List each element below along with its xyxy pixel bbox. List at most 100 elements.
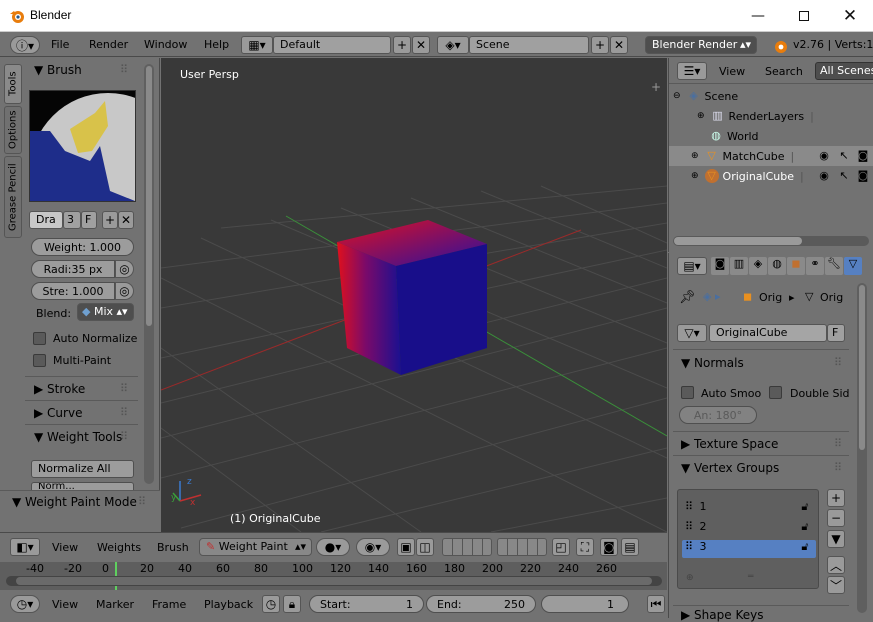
- remove-vertex-group-icon[interactable]: −: [827, 509, 845, 527]
- vertex-group-item-1[interactable]: ⠿ 1 🔓︎: [682, 500, 816, 518]
- data-tab-icon[interactable]: ▽: [844, 257, 862, 275]
- menu-brush[interactable]: Brush: [157, 541, 189, 554]
- menu-file[interactable]: File: [51, 38, 69, 51]
- render-engine-dropdown[interactable]: Blender Render ▴▾: [645, 36, 757, 54]
- editor-type-info-icon[interactable]: ⓘ▾: [10, 36, 40, 54]
- outliner-row-scene[interactable]: ⊖ ◈ Scene: [669, 86, 873, 106]
- radius-field[interactable]: Radi:35 px: [31, 260, 115, 278]
- brush-name-field[interactable]: Dra: [29, 211, 63, 229]
- renderable-camera-icon[interactable]: ◙: [856, 169, 870, 183]
- timeline-area[interactable]: -40 -20 0 20 40 60 80 100 120 140 160 180 200 220 240 2…: [0, 562, 667, 590]
- object-tab-icon[interactable]: ◼: [787, 257, 805, 275]
- outliner-row-matchcube[interactable]: ⊕ ▽ MatchCube | ◉ ↖ ◙: [669, 146, 873, 166]
- add-vertex-group-icon[interactable]: +: [827, 489, 845, 507]
- drag-handle-icon[interactable]: ⠿: [834, 437, 842, 450]
- layers-group-2[interactable]: [497, 538, 547, 556]
- brush-users-field[interactable]: 3: [63, 211, 81, 229]
- vertex-group-list[interactable]: ⠿ 1 🔓︎ ⠿ 2 🔓︎ ⠿ 3 🔓︎ ⊕ ═: [677, 489, 819, 589]
- lock-range-icon[interactable]: 🔒︎: [283, 595, 301, 613]
- menu-render[interactable]: Render: [89, 38, 128, 51]
- renderable-camera-icon[interactable]: ◙: [856, 149, 870, 163]
- remove-scene-icon[interactable]: ✕: [610, 36, 628, 54]
- editor-type-timeline-icon[interactable]: ◷▾: [10, 595, 40, 613]
- screen-layout-field[interactable]: Default: [273, 36, 391, 54]
- modifiers-tab-icon[interactable]: 🔧︎: [825, 257, 843, 275]
- blend-dropdown[interactable]: ◆ Mix ▴▾: [77, 303, 134, 321]
- vertex-group-item-3[interactable]: ⠿ 3 🔓︎: [682, 540, 816, 558]
- drag-handle-icon[interactable]: ⠿: [138, 495, 146, 508]
- add-brush-icon[interactable]: +: [102, 211, 118, 229]
- render-layers-tab-icon[interactable]: ▥: [730, 257, 748, 275]
- drag-handle-icon[interactable]: ⠿: [834, 356, 842, 369]
- local-view-icon[interactable]: ◰: [552, 538, 570, 556]
- menu-weights[interactable]: Weights: [97, 541, 141, 554]
- mesh-datablock-icon[interactable]: ▽▾: [677, 324, 707, 342]
- editor-type-outliner-icon[interactable]: ☰▾: [677, 62, 707, 80]
- editor-type-3d-icon[interactable]: ◧▾: [10, 538, 40, 556]
- vertex-mask-icon[interactable]: ◫: [416, 538, 434, 556]
- brush-fake-user-field[interactable]: F: [81, 211, 97, 229]
- move-up-icon[interactable]: ︿: [827, 556, 845, 574]
- drag-handle-icon[interactable]: ⠿: [834, 461, 842, 474]
- current-frame-field[interactable]: 1: [541, 595, 629, 613]
- double-sided-checkbox[interactable]: [769, 386, 782, 399]
- end-frame-field[interactable]: End: 250: [426, 595, 536, 613]
- smooth-angle-field[interactable]: An: 180°: [679, 406, 757, 424]
- start-frame-field[interactable]: Start: 1: [309, 595, 424, 613]
- stroke-panel-header[interactable]: ▶ Stroke: [34, 382, 85, 396]
- snapshot-icon[interactable]: ⛶: [576, 538, 594, 556]
- drag-handle-icon[interactable]: ⠿: [120, 63, 128, 76]
- normalize-all-button[interactable]: Normalize All: [31, 460, 134, 478]
- world-tab-icon[interactable]: ◍: [768, 257, 786, 275]
- remove-brush-icon[interactable]: ✕: [118, 211, 134, 229]
- jump-start-icon[interactable]: ⏮: [647, 595, 665, 613]
- mesh-fake-user-field[interactable]: F: [827, 324, 845, 342]
- add-layout-icon[interactable]: +: [393, 36, 411, 54]
- timeline-scrollbar[interactable]: [6, 576, 662, 586]
- visibility-eye-icon[interactable]: ◉: [817, 149, 831, 163]
- radius-pressure-icon[interactable]: ◎: [115, 260, 134, 278]
- texture-space-panel-header[interactable]: ▶ Texture Space: [681, 437, 778, 451]
- screen-layout-icon[interactable]: ▦▾: [241, 36, 273, 54]
- lock-icon[interactable]: 🔓︎: [798, 500, 812, 514]
- tool-shelf-scrollbar[interactable]: [144, 64, 154, 484]
- brush-preview-frame[interactable]: [29, 90, 186, 249]
- constraints-tab-icon[interactable]: ⚭: [806, 257, 824, 275]
- selectable-cursor-icon[interactable]: ↖: [837, 149, 851, 163]
- menu-timeline-view[interactable]: View: [52, 598, 78, 611]
- auto-normalize-checkbox[interactable]: [33, 332, 46, 345]
- pin-icon[interactable]: 📌︎: [679, 290, 696, 305]
- multi-paint-checkbox[interactable]: [33, 354, 46, 367]
- minimize-icon[interactable]: —: [735, 0, 781, 32]
- move-down-icon[interactable]: ﹀: [827, 576, 845, 594]
- vertex-group-specials-icon[interactable]: ▼: [827, 530, 845, 548]
- shape-keys-panel-header[interactable]: ▶ Shape Keys: [681, 608, 763, 622]
- scene-field[interactable]: Scene: [469, 36, 589, 54]
- scene-tab-icon[interactable]: ◈: [749, 257, 767, 275]
- menu-window[interactable]: Window: [144, 38, 187, 51]
- scene-selector-icon[interactable]: ◈▾: [437, 36, 469, 54]
- add-scene-icon[interactable]: +: [591, 36, 609, 54]
- menu-playback[interactable]: Playback: [204, 598, 253, 611]
- selectable-cursor-icon[interactable]: ↖: [837, 169, 851, 183]
- mesh-name-field[interactable]: OriginalCube: [709, 324, 827, 342]
- lock-icon[interactable]: 🔓︎: [798, 540, 812, 554]
- weight-paint-mode-header[interactable]: ▼ Weight Paint Mode: [12, 495, 137, 509]
- menu-help[interactable]: Help: [204, 38, 229, 51]
- auto-smooth-checkbox[interactable]: [681, 386, 694, 399]
- outliner-row-originalcube[interactable]: ⊕ ▽ OriginalCube | ◉ ↖ ◙: [669, 166, 873, 186]
- vertex-groups-panel-header[interactable]: ▼ Vertex Groups: [681, 461, 779, 475]
- editor-type-properties-icon[interactable]: ▤▾: [677, 257, 707, 275]
- 3d-viewport[interactable]: z y x User Persp (1) OriginalCube +: [161, 58, 667, 532]
- tab-options[interactable]: Options: [4, 106, 22, 154]
- maximize-icon[interactable]: [781, 0, 827, 32]
- visibility-eye-icon[interactable]: ◉: [817, 169, 831, 183]
- strength-pressure-icon[interactable]: ◎: [115, 282, 134, 300]
- layers-group-1[interactable]: [442, 538, 492, 556]
- pivot-point-icon[interactable]: ◉▾: [356, 538, 390, 556]
- drag-handle-icon[interactable]: ⠿: [120, 406, 128, 419]
- outliner-row-world[interactable]: ◍ World: [669, 126, 873, 146]
- menu-outliner-view[interactable]: View: [719, 65, 745, 78]
- render-tab-icon[interactable]: ◙: [711, 257, 729, 275]
- weight-tools-panel-header[interactable]: ▼ Weight Tools: [34, 430, 122, 444]
